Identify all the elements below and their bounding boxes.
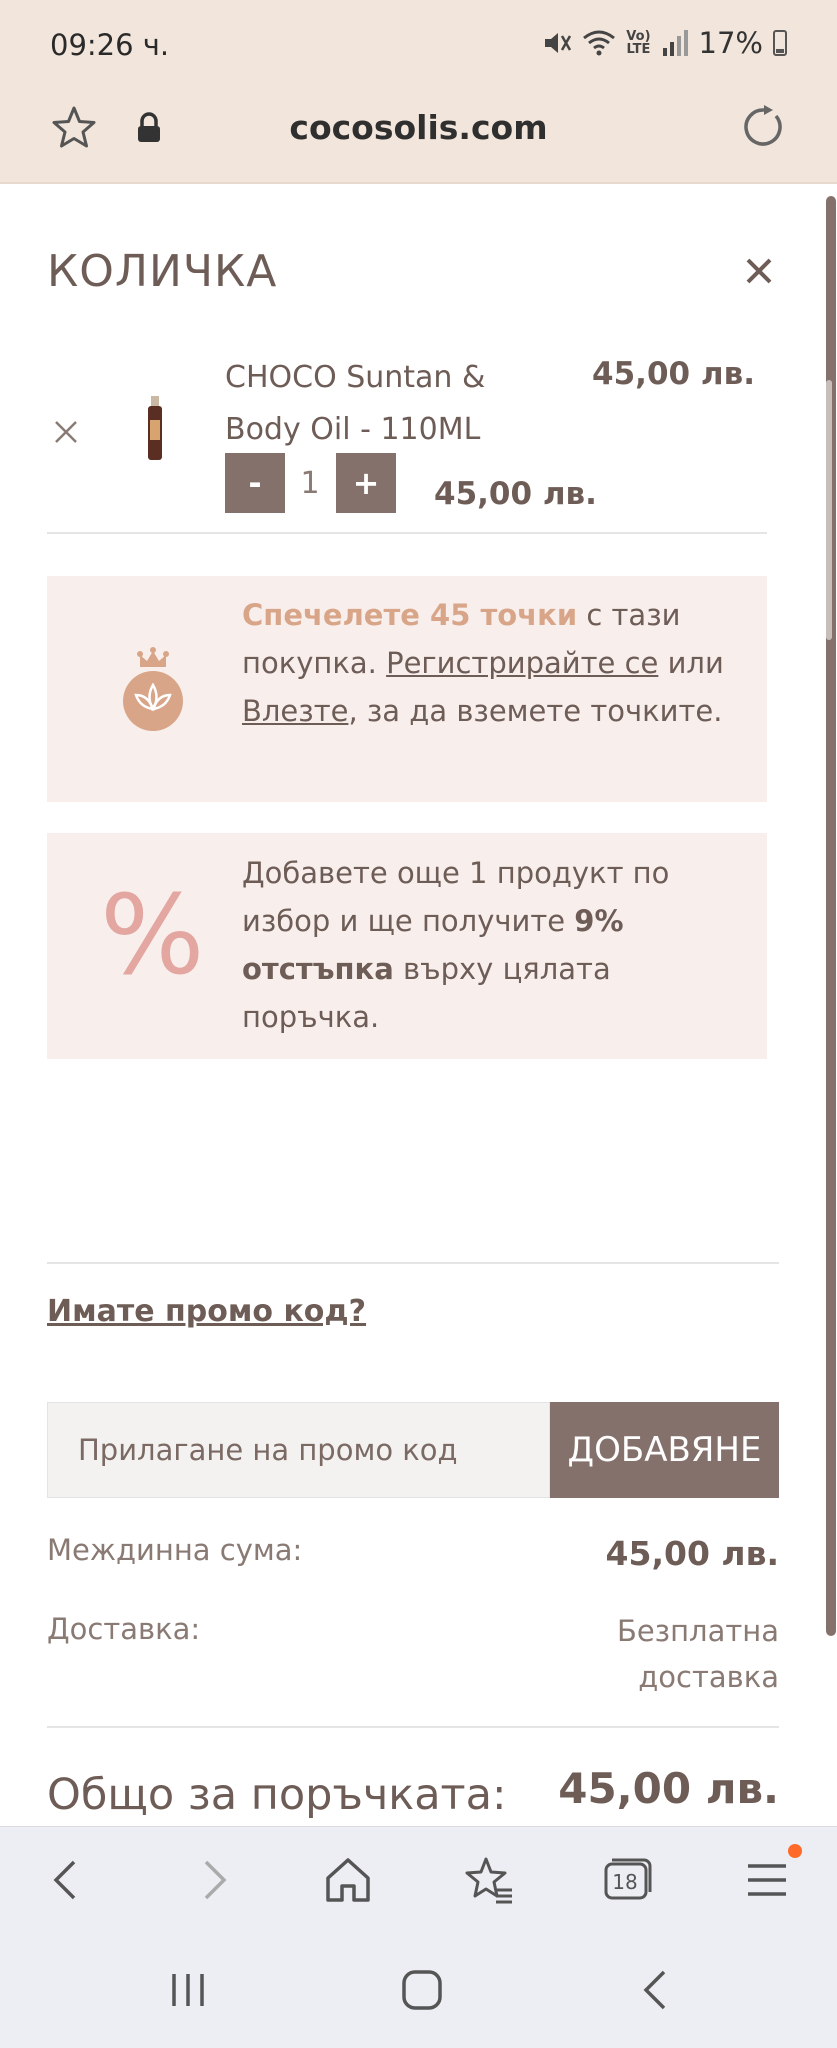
status-time: 09:26 ч. [50,28,170,62]
url-domain[interactable]: cocosolis.com [0,108,837,147]
promo-code-toggle[interactable]: Имате промо код? [47,1294,366,1329]
shipping-value: Безплатна доставка [616,1614,779,1694]
recents-icon[interactable] [164,1966,212,2014]
lotus-crown-icon [123,647,183,731]
volte-icon: Vo) LTE [626,29,651,57]
login-link[interactable]: Влезте [242,694,348,728]
loyalty-points-text: Спечелете 45 точки с тази покупка. Регис… [242,598,724,728]
drawer-scrollbar[interactable] [826,380,832,640]
order-total-value: 45,00 лв. [558,1764,779,1813]
remove-item-icon[interactable] [52,418,80,446]
apply-promo-button[interactable]: ДОБАВЯНЕ [550,1402,779,1498]
quantity-decrease-button[interactable]: - [225,453,285,513]
discount-text: Добавете още 1 продукт по избор и ще пол… [242,856,670,1034]
percent-icon: % [100,871,205,999]
close-icon[interactable] [742,254,776,288]
promo-code-input[interactable] [47,1402,550,1498]
quantity-increase-button[interactable]: + [336,453,396,513]
quantity-value[interactable]: 1 [285,453,335,513]
menu-notification-dot [788,1844,802,1858]
product-line-total: 45,00 лв. [434,476,597,512]
mute-icon [545,33,572,53]
divider [47,532,767,534]
forward-icon[interactable] [186,1854,238,1906]
product-thumbnail[interactable] [144,396,166,462]
menu-icon[interactable] [742,1854,794,1906]
status-icons: Vo) LTE 17% [542,26,787,60]
system-back-icon[interactable] [632,1966,680,2014]
wifi-icon [583,30,616,56]
divider [47,1726,779,1728]
product-unit-price: 45,00 лв. [592,356,755,392]
browser-bottom-toolbar [0,1826,837,1934]
points-highlight: Спечелете 45 точки [242,598,578,632]
register-link[interactable]: Регистрирайте се [386,646,658,680]
reload-icon[interactable] [740,104,786,150]
battery-percent: 17% [698,26,763,60]
home-icon[interactable] [322,1854,374,1906]
subtotal-value: 45,00 лв. [605,1534,779,1573]
product-name[interactable]: CHOCO Suntan & Body Oil - 110ML [225,352,565,456]
bookmarks-icon[interactable] [462,1854,514,1906]
divider [47,1262,779,1264]
home-button-icon[interactable] [398,1966,446,2014]
battery-icon [773,30,787,56]
signal-icon [662,30,688,56]
back-icon[interactable] [42,1854,94,1906]
cart-title: КОЛИЧКА [47,246,278,297]
tabs-icon[interactable]: 18 [602,1854,654,1906]
shipping-label: Доставка: [47,1612,201,1646]
tabs-count: 18 [612,1870,638,1894]
order-total-label: Общо за поръчката: [47,1770,507,1820]
subtotal-label: Междинна сума: [47,1533,303,1567]
